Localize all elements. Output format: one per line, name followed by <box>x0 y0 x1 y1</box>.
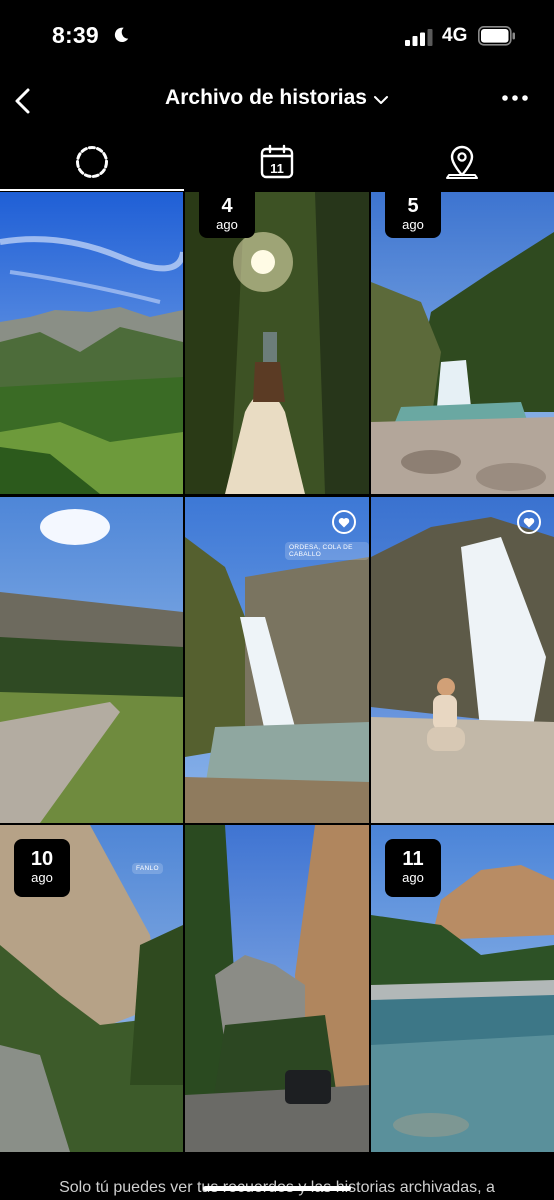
badge-day: 10 <box>30 848 54 870</box>
story-photo-riverbed-cliffs <box>0 497 183 823</box>
tab-bar: 11 <box>0 132 554 192</box>
story-photo-woman-waterfall <box>371 497 554 823</box>
location-sticker: FANLO <box>132 863 163 874</box>
battery-icon <box>478 26 515 46</box>
moon-icon <box>114 27 129 43</box>
stories-grid: 4 ago 5 ago ORDESA, COLA DE CABALLO FANL… <box>0 192 554 1152</box>
location-pin-icon <box>446 145 478 179</box>
badge-month: ago <box>216 217 238 232</box>
story-thumbnail[interactable] <box>0 192 183 494</box>
story-photo-canyon-road <box>185 825 369 1152</box>
network-label: 4G <box>442 25 468 46</box>
story-date-badge: 11 ago <box>385 839 441 897</box>
badge-month: ago <box>31 870 53 885</box>
story-thumbnail[interactable]: 4 ago <box>185 192 369 494</box>
story-thumbnail[interactable]: FANLO 10 ago <box>0 825 183 1152</box>
story-thumbnail[interactable]: ORDESA, COLA DE CABALLO <box>185 497 369 823</box>
more-icon[interactable] <box>500 91 530 105</box>
signal-icon <box>405 29 433 46</box>
story-thumbnail[interactable] <box>0 497 183 823</box>
story-date-badge: 10 ago <box>14 839 70 897</box>
tab-map[interactable] <box>370 132 554 192</box>
page-title: Archivo de historias <box>165 86 367 109</box>
story-date-badge: 4 ago <box>199 192 255 238</box>
tab-calendar[interactable]: 11 <box>185 132 369 192</box>
chevron-down-icon <box>373 95 388 104</box>
story-thumbnail[interactable]: 5 ago <box>371 192 554 494</box>
badge-month: ago <box>402 217 424 232</box>
story-date-badge: 5 ago <box>385 192 441 238</box>
calendar-day-label: 11 <box>270 161 284 176</box>
badge-day: 5 <box>407 195 419 217</box>
heart-icon <box>517 510 541 534</box>
story-photo-valley <box>0 192 183 494</box>
tab-stories[interactable] <box>0 132 184 192</box>
story-thumbnail[interactable] <box>185 825 369 1152</box>
heart-icon <box>332 510 356 534</box>
active-tab-indicator <box>0 189 184 191</box>
badge-day: 11 <box>402 848 424 870</box>
footer: Solo tú puedes ver tus recuerdos y las h… <box>0 1152 554 1200</box>
story-thumbnail[interactable]: 11 ago <box>371 825 554 1152</box>
status-time: 8:39 <box>52 22 99 48</box>
badge-day: 4 <box>221 195 233 217</box>
badge-month: ago <box>402 870 424 885</box>
title-dropdown[interactable]: Archivo de historias <box>0 86 554 110</box>
home-indicator[interactable] <box>203 1186 351 1191</box>
location-sticker: ORDESA, COLA DE CABALLO <box>285 542 369 560</box>
stories-ring-icon <box>76 146 108 178</box>
status-bar: 8:39 4G <box>0 0 554 76</box>
header: Archivo de historias <box>0 76 554 128</box>
story-thumbnail[interactable] <box>371 497 554 823</box>
calendar-icon: 11 <box>260 144 294 179</box>
